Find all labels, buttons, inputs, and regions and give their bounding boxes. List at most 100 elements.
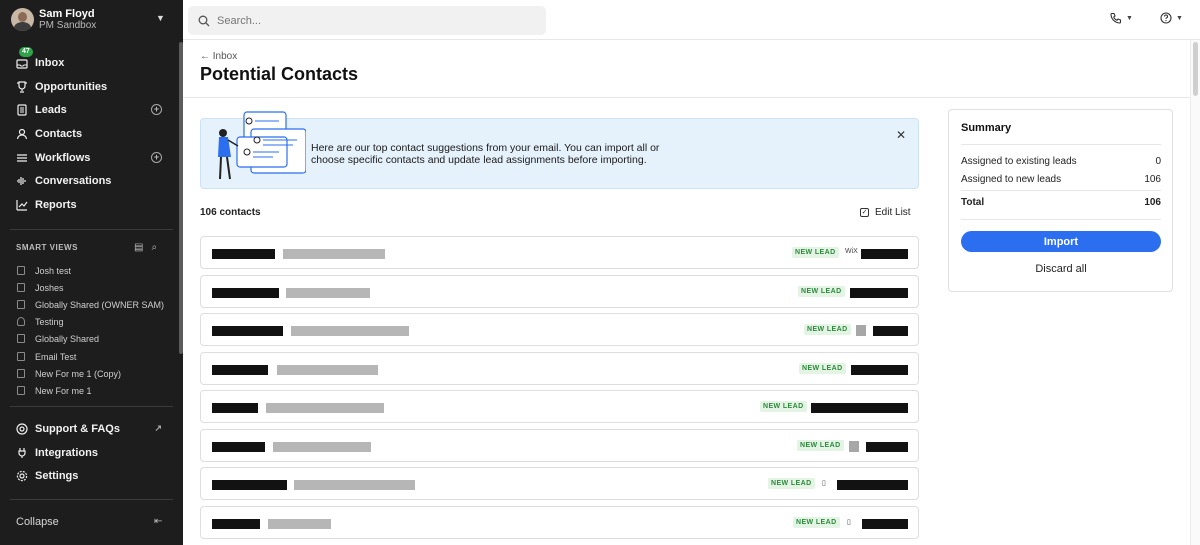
smart-view-item[interactable]: Email Test <box>17 350 76 363</box>
list-icon <box>17 283 25 292</box>
redacted-email <box>286 288 370 298</box>
inbox-count-badge: 47 <box>19 47 33 57</box>
edit-list-button[interactable]: ✓ Edit List <box>860 207 911 218</box>
sidebar-item-integrations[interactable]: Integrations <box>16 444 166 462</box>
smart-view-item[interactable]: Josh test <box>17 264 71 277</box>
redacted-email <box>277 365 378 375</box>
chevron-down-icon[interactable]: ▼ <box>156 13 165 23</box>
contact-row[interactable]: NEW LEAD WiX <box>200 236 919 269</box>
sidebar-item-settings[interactable]: Settings <box>16 467 166 485</box>
new-lead-badge: NEW LEAD <box>792 247 839 258</box>
page-header: ← Inbox Potential Contacts <box>183 40 1190 98</box>
redacted-email <box>268 519 331 529</box>
close-icon[interactable]: ✕ <box>896 128 906 142</box>
sidebar-item-reports[interactable]: Reports <box>16 196 166 214</box>
sidebar-item-contacts[interactable]: Contacts <box>16 125 166 143</box>
redacted-company <box>861 249 908 259</box>
help-menu[interactable]: ▼ <box>1160 12 1183 24</box>
contact-row[interactable]: NEW LEAD <box>200 352 919 385</box>
redacted-email <box>294 480 415 490</box>
add-lead-icon[interactable]: + <box>151 104 162 115</box>
building-icon <box>17 104 27 116</box>
smart-view-item[interactable]: Joshes <box>17 281 64 294</box>
redacted-email <box>266 403 384 413</box>
smart-view-item[interactable]: Globally Shared <box>17 332 99 345</box>
waveform-icon <box>17 177 26 185</box>
sidebar-item-label: Workflows <box>35 152 91 164</box>
contact-row[interactable]: NEW LEAD <box>200 275 919 308</box>
avatar <box>11 8 34 31</box>
workflow-icon <box>17 154 27 162</box>
redacted-company <box>837 480 908 490</box>
new-lead-badge: NEW LEAD <box>793 517 840 528</box>
smart-view-item[interactable]: Testing <box>17 315 64 328</box>
summary-divider <box>961 219 1161 220</box>
sidebar-divider <box>10 499 173 500</box>
sidebar-item-label: Settings <box>35 470 79 482</box>
list-icon <box>17 369 25 378</box>
smart-view-item[interactable]: New For me 1 (Copy) <box>17 367 121 380</box>
redacted-email <box>283 249 385 259</box>
chevron-down-icon: ▼ <box>1176 14 1183 22</box>
summary-title: Summary <box>961 122 1012 134</box>
smart-view-label: Joshes <box>35 282 64 293</box>
search-box[interactable] <box>188 6 546 35</box>
contact-row[interactable]: NEW LEAD <box>200 390 919 423</box>
chart-icon <box>16 200 28 211</box>
contact-row[interactable]: NEW LEAD <box>200 429 919 462</box>
smart-views-title: SMART VIEWS <box>16 243 78 252</box>
contact-row[interactable]: NEW LEAD ▯ <box>200 506 919 539</box>
sidebar-item-inbox[interactable]: 47 Inbox <box>16 47 166 72</box>
redacted-company <box>811 403 908 413</box>
gear-icon <box>16 470 28 482</box>
table-icon[interactable]: ▤ <box>134 242 143 253</box>
contact-row[interactable]: NEW LEAD <box>200 313 919 346</box>
smart-view-label: Globally Shared (OWNER SAM) <box>35 299 165 310</box>
sidebar-item-label: Support & FAQs <box>35 423 120 435</box>
sidebar-item-opportunities[interactable]: Opportunities <box>16 78 166 96</box>
new-lead-badge: NEW LEAD <box>799 363 846 374</box>
contact-row[interactable]: NEW LEAD ▯ <box>200 467 919 500</box>
summary-divider <box>961 144 1161 145</box>
building-icon: ▯ <box>847 519 851 526</box>
discard-all-button[interactable]: Discard all <box>961 263 1161 275</box>
sidebar-divider <box>10 406 173 407</box>
help-icon <box>1160 12 1172 24</box>
top-bar: ▼ ▼ <box>183 0 1200 40</box>
smart-view-label: New For me 1 <box>35 385 92 396</box>
sidebar-item-conversations[interactable]: Conversations <box>16 172 166 190</box>
sidebar-item-label: Leads <box>35 104 67 116</box>
search-input[interactable] <box>217 14 517 27</box>
smart-view-item[interactable]: Globally Shared (OWNER SAM) <box>17 298 164 311</box>
person-icon <box>17 317 25 326</box>
inbox-icon <box>16 59 28 69</box>
new-lead-badge: NEW LEAD <box>797 440 844 451</box>
summary-new-row: Assigned to new leads 106 <box>961 174 1161 185</box>
redacted-email <box>291 326 409 336</box>
collapse-icon[interactable]: ⇤ <box>154 516 162 527</box>
phone-menu[interactable]: ▼ <box>1110 12 1133 24</box>
sidebar-item-support[interactable]: Support & FAQs ↗ <box>16 420 166 438</box>
collapse-button[interactable]: Collapse <box>16 516 59 528</box>
user-menu[interactable]: Sam Floyd PM Sandbox ▼ <box>0 0 183 40</box>
banner-text: Here are our top contact suggestions fro… <box>311 142 660 166</box>
search-icon[interactable]: ⌕ <box>151 242 157 253</box>
back-to-inbox-link[interactable]: ← Inbox <box>200 51 237 62</box>
summary-label: Assigned to new leads <box>961 174 1062 185</box>
sidebar-item-label: Reports <box>35 199 77 211</box>
search-icon <box>198 15 210 26</box>
suggestion-banner: Here are our top contact suggestions fro… <box>200 111 919 189</box>
main-scrollbar[interactable] <box>1190 40 1200 545</box>
redacted-company <box>850 288 908 298</box>
redacted-name <box>212 442 265 452</box>
sidebar-item-workflows[interactable]: Workflows + <box>16 149 166 167</box>
smart-view-item[interactable]: New For me 1 <box>17 384 92 397</box>
sidebar-item-leads[interactable]: Leads + <box>16 101 166 119</box>
redacted-name <box>212 480 287 490</box>
import-button[interactable]: Import <box>961 231 1161 252</box>
grey-logo-icon <box>856 325 866 336</box>
smart-view-label: Globally Shared <box>35 333 100 344</box>
add-workflow-icon[interactable]: + <box>151 152 162 163</box>
summary-divider <box>961 190 1161 191</box>
phone-icon <box>1110 12 1122 24</box>
